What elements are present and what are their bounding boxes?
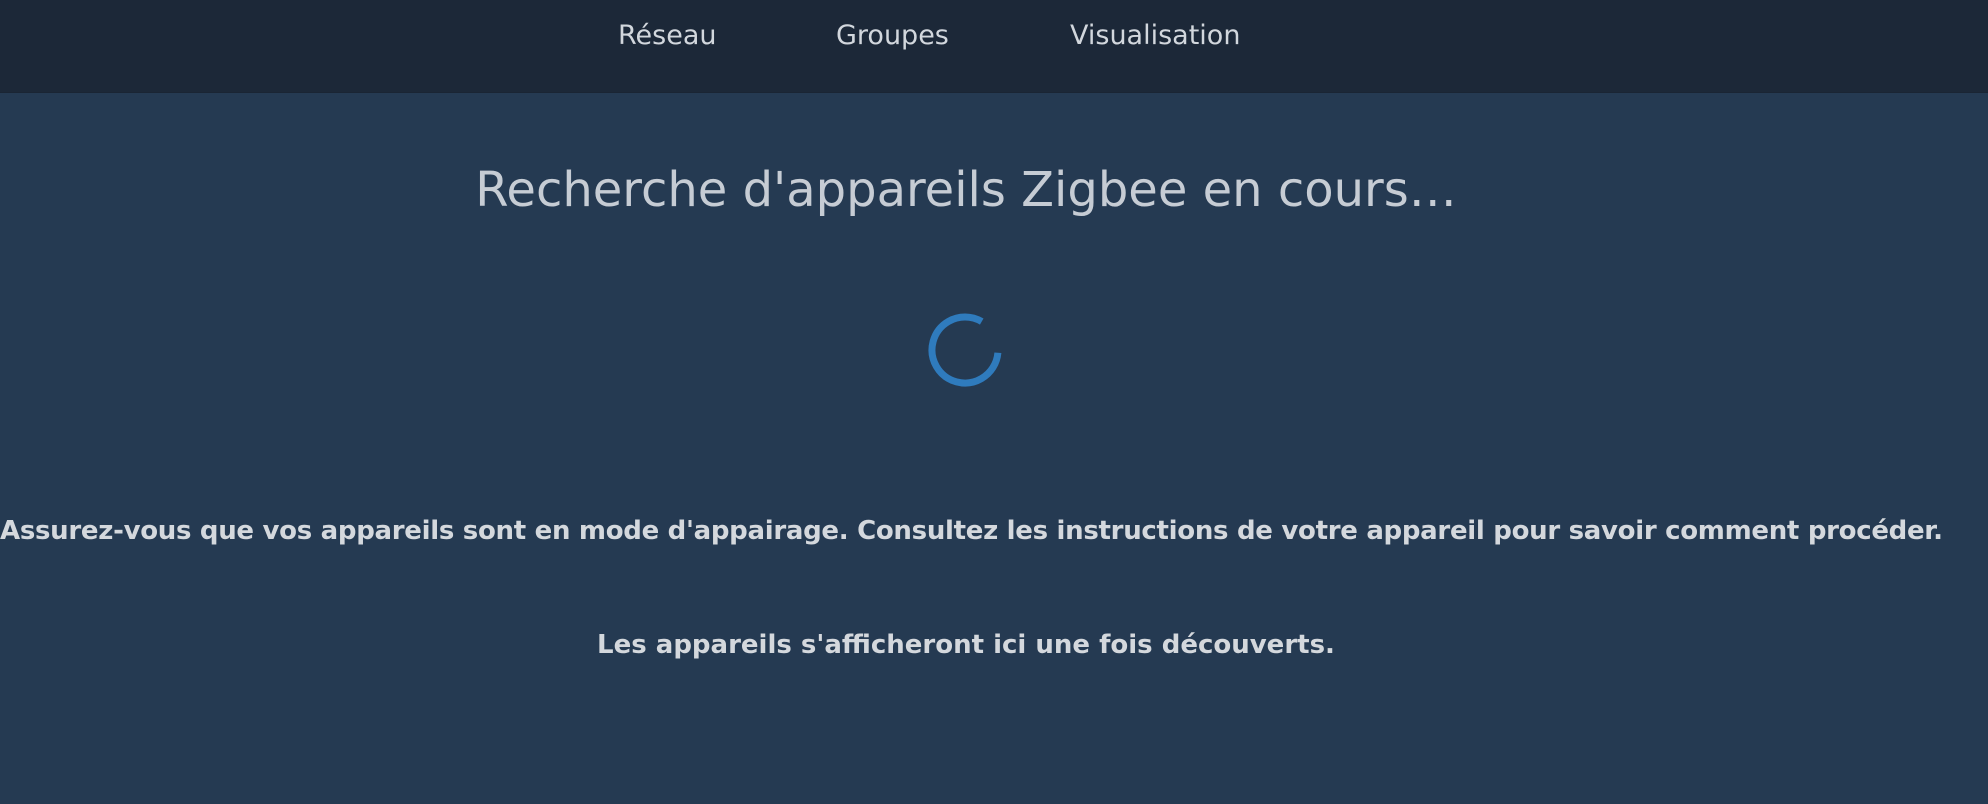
loading-spinner-icon: [928, 313, 1002, 387]
top-navigation-bar: Réseau Groupes Visualisation: [0, 0, 1988, 93]
page-title: Recherche d'appareils Zigbee en cours…: [475, 162, 1457, 218]
nav-item-reseau[interactable]: Réseau: [618, 0, 717, 72]
nav-item-groupes[interactable]: Groupes: [836, 0, 949, 72]
discovery-note-text: Les appareils s'afficheront ici une fois…: [597, 630, 1335, 660]
main-content: Recherche d'appareils Zigbee en cours… A…: [0, 92, 1988, 804]
nav-item-visualisation[interactable]: Visualisation: [1070, 0, 1240, 72]
pairing-instructions-text: Assurez-vous que vos appareils sont en m…: [0, 516, 1943, 546]
